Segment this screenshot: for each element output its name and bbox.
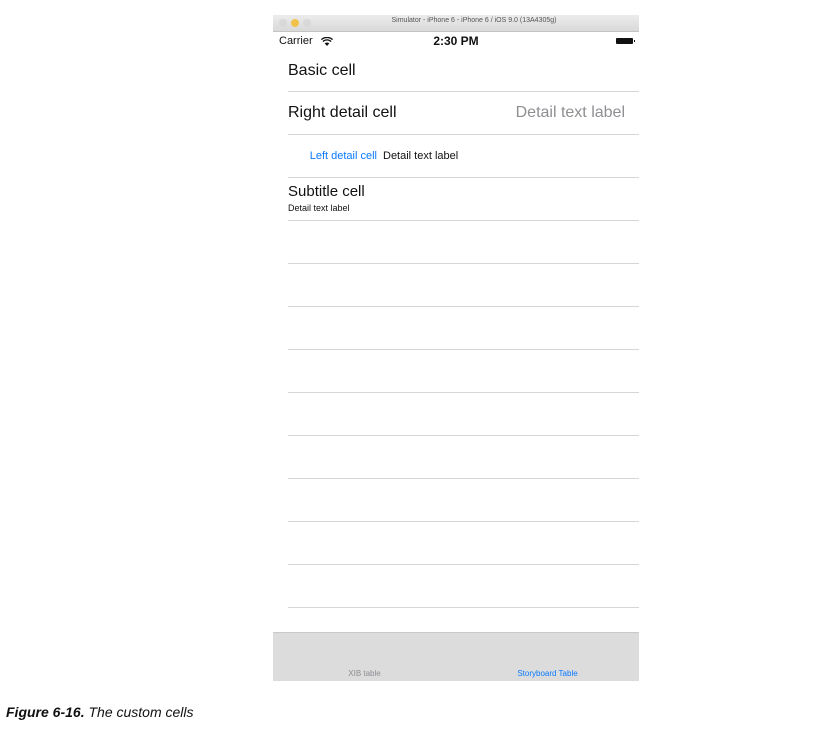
- zoom-window-button[interactable]: [303, 19, 311, 27]
- tab-storyboard-table[interactable]: Storyboard Table: [456, 669, 639, 678]
- tab-xib-table[interactable]: XIB table: [273, 669, 456, 678]
- cell-title: Basic cell: [288, 62, 356, 79]
- close-window-button[interactable]: [279, 19, 287, 27]
- minimize-window-button[interactable]: [291, 19, 299, 27]
- subtitle-cell[interactable]: Subtitle cell Detail text label: [288, 178, 639, 220]
- empty-row-separator: [288, 392, 639, 393]
- cell-detail: Detail text label: [288, 203, 350, 213]
- battery-icon: [616, 38, 635, 44]
- empty-row-separator: [288, 478, 639, 479]
- figure-caption-text: The custom cells: [88, 704, 194, 720]
- empty-row-separator: [288, 564, 639, 565]
- cell-title: Subtitle cell: [288, 183, 365, 200]
- cell-title: Left detail cell: [309, 150, 377, 162]
- window-titlebar: Simulator - iPhone 6 - iPhone 6 / iOS 9.…: [273, 15, 639, 32]
- empty-row-separator: [288, 435, 639, 436]
- empty-row-separator: [288, 607, 639, 608]
- cell-separator: [288, 220, 639, 221]
- figure-number: Figure 6-16.: [6, 704, 85, 720]
- empty-row-separator: [288, 306, 639, 307]
- cell-detail: Detail text label: [515, 104, 625, 121]
- basic-cell[interactable]: Basic cell: [288, 51, 639, 91]
- left-detail-cell[interactable]: Left detail cell Detail text label: [288, 135, 639, 177]
- cell-detail: Detail text label: [383, 150, 459, 162]
- figure-caption: Figure 6-16. The custom cells: [6, 704, 194, 720]
- tab-bar: XIB table Storyboard Table: [273, 632, 639, 681]
- window-title: Simulator - iPhone 6 - iPhone 6 / iOS 9.…: [391, 17, 557, 24]
- right-detail-cell[interactable]: Right detail cell Detail text label: [288, 92, 639, 134]
- status-time: 2:30 PM: [433, 34, 479, 48]
- empty-row-separator: [288, 263, 639, 264]
- cell-title: Right detail cell: [288, 104, 397, 121]
- empty-row-separator: [288, 349, 639, 350]
- simulator-window: Simulator - iPhone 6 - iPhone 6 / iOS 9.…: [273, 15, 639, 681]
- empty-row-separator: [288, 521, 639, 522]
- status-bar: Carrier 2:30 PM: [273, 32, 639, 50]
